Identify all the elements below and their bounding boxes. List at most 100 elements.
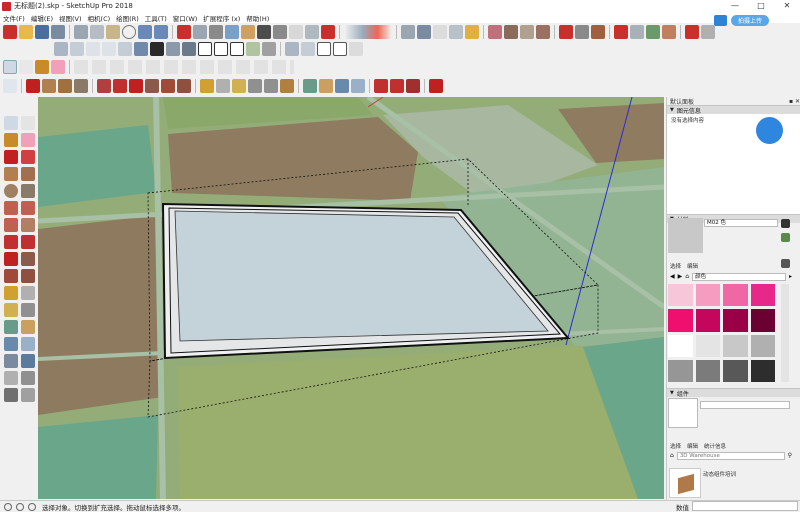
plugin-b-icon[interactable] [575,25,589,39]
view-front-icon[interactable] [86,42,100,56]
plugin-g-icon[interactable] [662,25,676,39]
components-home-icon[interactable]: ⌂ [670,452,674,459]
lt-arc-icon[interactable] [3,201,18,215]
menu-file[interactable]: 文件(F) [0,13,28,23]
style-a-icon[interactable] [285,42,299,56]
plugin-c-icon[interactable] [591,25,605,39]
erase-icon[interactable] [122,25,136,39]
layers-icon[interactable] [150,42,164,56]
component-thumb[interactable] [669,468,701,498]
new-file-icon[interactable] [3,25,17,39]
eyedropper-icon[interactable] [781,259,790,268]
material-swatch[interactable] [695,284,720,307]
style-d-icon[interactable] [333,42,347,56]
lt-section-icon[interactable] [20,388,35,402]
lt-3pt-arc-icon[interactable] [3,218,18,232]
line-tool-icon[interactable] [26,79,40,93]
tab-select[interactable]: 选择 [670,262,681,270]
plugin-a-icon[interactable] [559,25,573,39]
toggle-terrain-icon[interactable] [433,25,447,39]
extension-icon[interactable] [257,25,271,39]
lt-orbit-icon[interactable] [3,320,18,334]
xray-icon[interactable] [166,42,180,56]
rectangle-tool-icon[interactable] [42,79,56,93]
lt-tape-icon[interactable] [3,286,18,300]
components-header[interactable]: ▼ 组件 [667,388,800,398]
photo-match-icon[interactable] [465,25,479,39]
forward-arrow-icon[interactable]: ▶ [678,273,683,280]
ext-c-icon[interactable] [406,79,420,93]
material-swatch[interactable] [723,284,748,307]
plugin-h-icon[interactable] [685,25,699,39]
material-swatch[interactable] [695,359,720,382]
materials-collection-dropdown[interactable]: 颜色 [692,272,786,281]
material-swatch[interactable] [695,309,720,332]
credits-icon[interactable] [16,502,24,511]
lt-zoom-icon[interactable] [3,337,18,351]
style-b-icon[interactable] [301,42,315,56]
warehouse-search-input[interactable]: 3D Warehouse [676,451,785,460]
lt-circle-icon[interactable] [3,184,18,198]
lt-freehand-icon[interactable] [20,150,35,164]
lt-pushpull-icon[interactable] [20,235,35,249]
cloud-upload[interactable]: 拍摄上传 [714,14,796,26]
lt-dimension-icon[interactable] [20,286,35,300]
tab-statistics[interactable]: 统计信息 [704,442,726,450]
lt-position-camera-icon[interactable] [3,371,18,385]
lt-move-icon[interactable] [3,235,18,249]
redo-icon[interactable] [154,25,168,39]
select-tool-icon[interactable] [3,60,17,74]
create-material-icon[interactable] [781,219,790,228]
menu-camera[interactable]: 相机(C) [85,13,114,23]
material-swatch[interactable] [750,334,775,357]
lt-text-icon[interactable] [20,303,35,317]
lt-line-icon[interactable] [3,150,18,164]
material-swatch[interactable] [750,284,775,307]
orbit-icon[interactable] [193,25,207,39]
plugin-e-icon[interactable] [630,25,644,39]
push-pull-icon[interactable] [113,79,127,93]
tab-edit-component[interactable]: 编辑 [687,442,698,450]
lt-paint-icon[interactable] [3,133,18,147]
sample-paint-icon[interactable] [781,233,790,242]
3d-text-icon[interactable] [280,79,294,93]
view-top-icon[interactable] [70,42,84,56]
perspective-icon[interactable] [289,25,303,39]
pan-icon[interactable] [209,25,223,39]
style-c-icon[interactable] [317,42,331,56]
component-item-label[interactable]: 动态组件培训 [703,470,736,478]
eraser-icon[interactable] [51,60,65,74]
lt-rotated-rect-icon[interactable] [20,167,35,181]
lt-walk-icon[interactable] [3,388,18,402]
lt-2pt-arc-icon[interactable] [20,201,35,215]
zoom-icon[interactable] [225,25,239,39]
material-swatch[interactable] [723,309,748,332]
layout-icon[interactable] [273,25,287,39]
geo-location-icon[interactable] [4,502,12,511]
menu-tools[interactable]: 工具(T) [142,13,170,23]
maximize-button[interactable]: □ [748,0,774,12]
tray-pin-icon[interactable]: ▪ ✕ [789,98,800,105]
tape-measure-icon[interactable] [200,79,214,93]
lt-eraser-icon[interactable] [20,133,35,147]
move-tool-icon[interactable] [97,79,111,93]
rotate-tool-icon[interactable] [129,79,143,93]
menu-extensions[interactable]: 扩展程序 (x) [200,13,243,23]
section-plane-icon[interactable] [401,25,415,39]
tab-select-component[interactable]: 选择 [670,442,681,450]
material-swatch[interactable] [723,334,748,357]
select-arrow-icon[interactable] [3,79,17,93]
plugin-f-icon[interactable] [646,25,660,39]
material-swatch[interactable] [695,334,720,357]
wireframe-icon[interactable] [198,42,212,56]
material-swatch[interactable] [668,284,693,307]
cut-icon[interactable] [74,25,88,39]
ext-a-icon[interactable] [374,79,388,93]
freehand-toolbar[interactable] [74,60,294,74]
zoom-extents-icon[interactable] [351,79,365,93]
back-edges-icon[interactable] [182,42,196,56]
lt-protractor-icon[interactable] [3,303,18,317]
lt-pie-icon[interactable] [20,218,35,232]
plugin-i-icon[interactable] [701,25,715,39]
menu-edit[interactable]: 编辑(E) [28,13,56,23]
